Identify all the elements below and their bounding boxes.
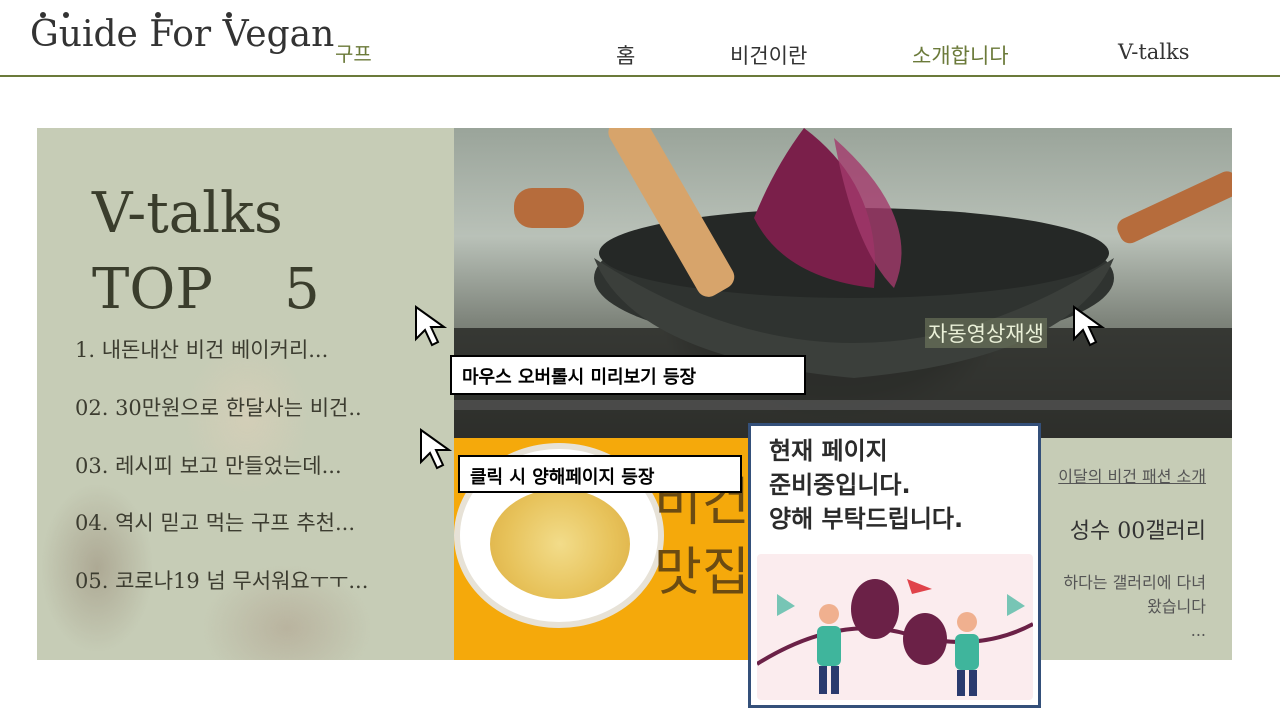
top-post-3[interactable]: 03. 레시피 보고 만들었는데... [75,450,342,480]
logo-dot [40,12,46,18]
nav-about-vegan[interactable]: 비건이란 [730,40,807,70]
unplugged-illustration [757,554,1033,700]
logo-subtitle: 구프 [335,42,372,66]
top-post-5[interactable]: 05. 코로나19 넘 무서워요ㅜㅜ... [75,565,368,595]
nav-vtalks[interactable]: V-talks [1118,40,1190,64]
mouse-pointer-icon [415,305,448,347]
under-construction-popup[interactable]: 현재 페이지 준비중입니다. 양해 부탁드립니다. [748,423,1041,708]
autoplay-label[interactable]: 자동영상재생 [925,318,1047,348]
vtalks-title-line2: TOP 5 [92,257,320,322]
logo-text: Guide For Vegan [30,14,335,55]
mouse-pointer-icon [420,428,453,470]
popup-message: 현재 페이지 준비중입니다. 양해 부탁드립니다. [769,437,964,533]
plug-illustration [757,579,1033,696]
pasta-image [490,489,630,599]
top-post-1[interactable]: 1. 내돈내산 비건 베이커리... [75,334,328,364]
mouse-pointer-icon [1073,305,1106,347]
fashion-card-desc: 하다는 갤러리에 다녀 왔습니다 ... [1063,573,1206,640]
logo-dot [63,12,69,18]
fashion-card-title: 성수 00갤러리 [1069,519,1206,544]
top-post-2[interactable]: 02. 30만원으로 한달사는 비건.. [75,392,362,422]
vtalks-title-line1: V-talks [92,181,283,246]
vtalks-top5-panel: V-talks TOP 5 1. 내돈내산 비건 베이커리... 02. 30만… [37,128,454,660]
logo-dot [155,12,161,18]
header-divider [0,75,1280,77]
nav-home[interactable]: 홈 [616,40,635,70]
click-apology-note: 클릭 시 양해페이지 등장 [458,455,742,493]
vtalks-title: V-talks TOP 5 [92,176,320,328]
fashion-card[interactable]: 이달의 비건 패션 소개 성수 00갤러리 하다는 갤러리에 다녀 왔습니다 .… [1027,438,1232,660]
hover-preview-note: 마우스 오버롤시 미리보기 등장 [450,355,806,395]
site-logo[interactable]: Guide For Vegan [30,12,335,70]
fashion-card-link[interactable]: 이달의 비건 패션 소개 [1058,463,1206,487]
top-post-4[interactable]: 04. 역시 믿고 먹는 구프 추천... [75,507,355,537]
logo-dot [226,12,232,18]
nav-introduce[interactable]: 소개합니다 [912,40,1009,70]
